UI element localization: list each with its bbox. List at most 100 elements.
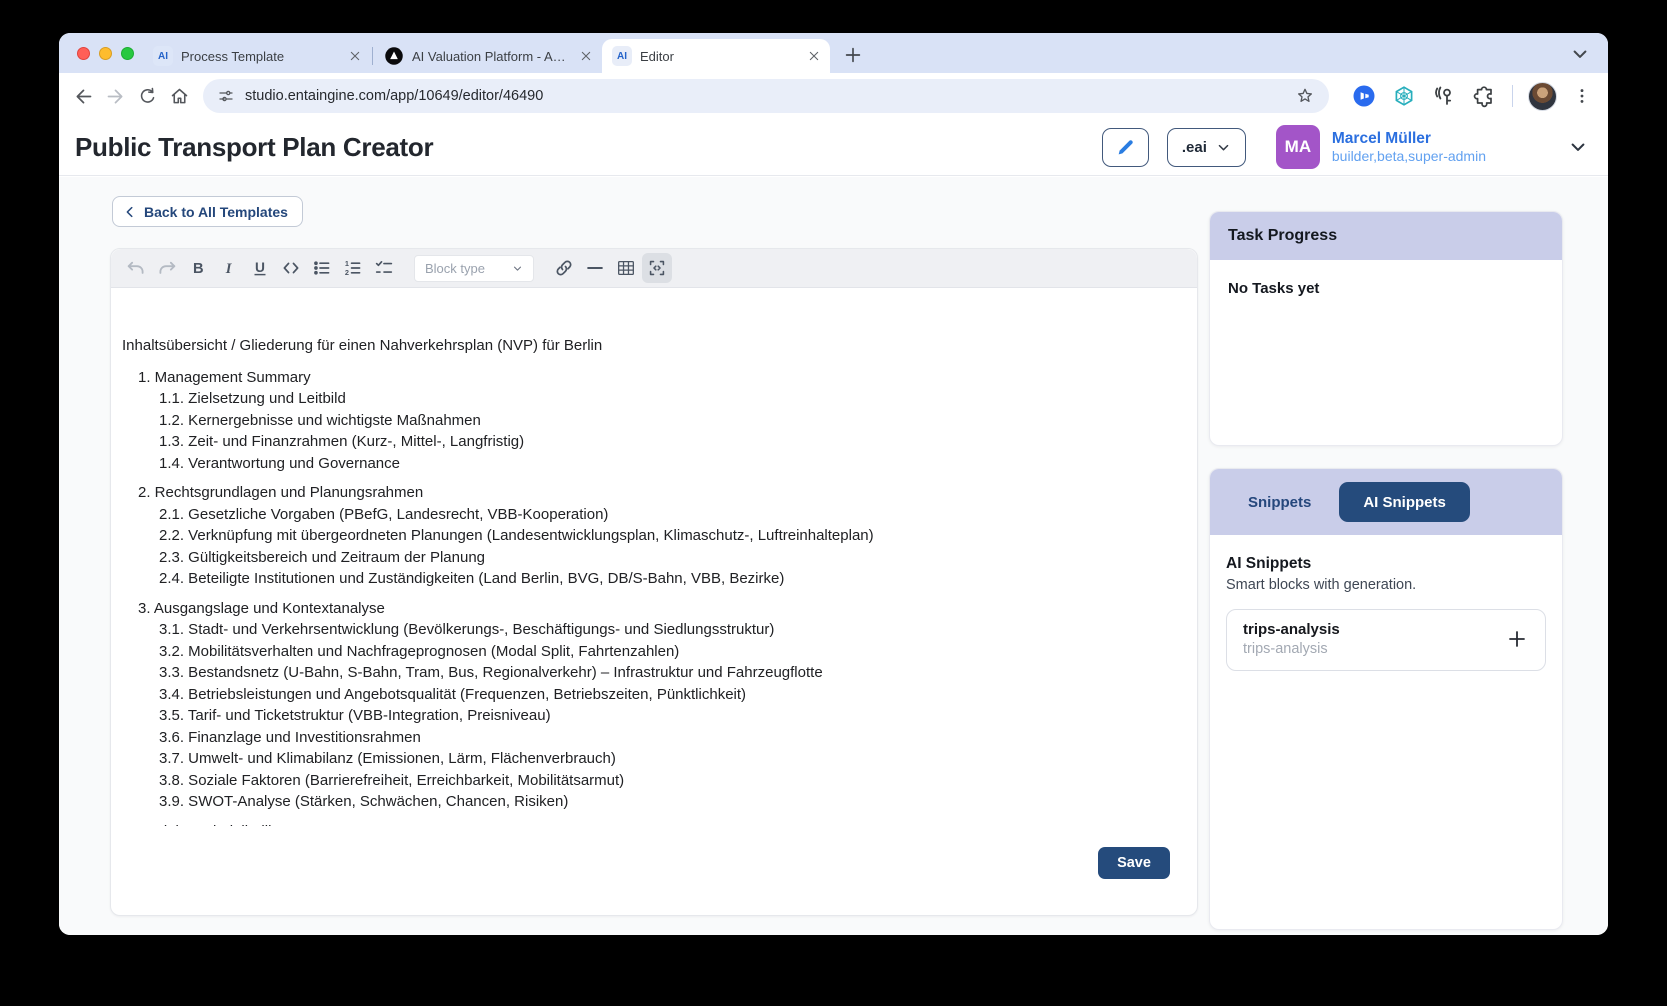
table-button[interactable]	[611, 253, 641, 283]
back-to-templates-button[interactable]: Back to All Templates	[112, 196, 303, 227]
horizontal-rule-button[interactable]	[580, 253, 610, 283]
task-progress-empty: No Tasks yet	[1210, 260, 1562, 317]
svg-text:2: 2	[345, 268, 349, 277]
section-item: 3.4. Betriebsleistungen und Angebotsqual…	[159, 684, 1177, 706]
section-heading: 2. Rechtsgrundlagen und Planungsrahmen	[138, 482, 1177, 504]
section-heading: 4. Ziele und Zielindikatoren	[138, 821, 1177, 827]
file-extension-label: .eai	[1182, 139, 1207, 156]
media-extension-icon[interactable]	[1351, 83, 1377, 109]
block-type-select[interactable]: Block type	[414, 255, 534, 282]
section-heading: 1. Management Summary	[138, 367, 1177, 389]
tab-strip: AI Process Template AI Valuation Platfor…	[59, 33, 1608, 73]
editor-toolbar: B IU 12 Block type	[111, 249, 1197, 288]
snippets-panel-title: AI Snippets	[1226, 555, 1546, 573]
bold-button[interactable]: B	[183, 253, 213, 283]
fullscreen-button[interactable]	[642, 253, 672, 283]
user-chevron-down-icon[interactable]	[1568, 137, 1588, 157]
header-actions: .eai MA Marcel Müller builder,beta,super…	[1102, 125, 1588, 169]
add-snippet-icon[interactable]	[1505, 627, 1529, 651]
underline-button[interactable]: U	[245, 253, 275, 283]
puzzle-icon[interactable]	[1471, 83, 1497, 109]
reload-button[interactable]	[131, 80, 163, 112]
section-item: 3.7. Umwelt- und Klimabilanz (Emissionen…	[159, 748, 1177, 770]
section-item: 3.1. Stadt- und Verkehrsentwicklung (Bev…	[159, 619, 1177, 641]
minimize-window-button[interactable]	[99, 47, 112, 60]
link-button[interactable]	[549, 253, 579, 283]
new-tab-button[interactable]	[842, 44, 866, 68]
tab-title: AI Valuation Platform - Advan	[412, 49, 570, 64]
tab-search-chevron-icon[interactable]	[1570, 44, 1590, 64]
tab-close-icon[interactable]	[806, 48, 822, 64]
editor-content[interactable]: Inhaltsübersicht / Gliederung für einen …	[111, 288, 1197, 826]
user-roles: builder,beta,super-admin	[1332, 148, 1486, 166]
main-content: Back to All Templates B IU 12 Block type In…	[59, 177, 1608, 935]
section-item: 2.1. Gesetzliche Vorgaben (PBefG, Landes…	[159, 504, 1177, 526]
browser-tab[interactable]: AI Valuation Platform - Advan	[374, 39, 602, 73]
site-info-icon[interactable]	[217, 87, 235, 105]
toolbar-divider	[1512, 85, 1513, 107]
snippets-body: AI Snippets Smart blocks with generation…	[1210, 535, 1562, 691]
browser-profile-avatar[interactable]	[1528, 82, 1557, 111]
page-title: Public Transport Plan Creator	[75, 132, 433, 163]
browser-window: AI Process Template AI Valuation Platfor…	[59, 33, 1608, 935]
tab-ai-snippets[interactable]: AI Snippets	[1339, 482, 1470, 522]
section-item: 2.2. Verknüpfung mit übergeordneten Plan…	[159, 525, 1177, 547]
dark-circle-logo-icon	[384, 46, 404, 66]
document-section: 1. Management Summary1.1. Zielsetzung un…	[122, 367, 1177, 475]
italic-button[interactable]: I	[214, 253, 244, 283]
browser-tab[interactable]: AI Editor	[602, 39, 830, 73]
ai-logo-icon: AI	[153, 46, 173, 66]
snippet-list: trips-analysistrips-analysis	[1226, 609, 1546, 671]
browser-toolbar: studio.entaingine.com/app/10649/editor/4…	[59, 73, 1608, 119]
snippet-item[interactable]: trips-analysistrips-analysis	[1226, 609, 1546, 671]
save-button[interactable]: Save	[1098, 847, 1170, 879]
tab-strip-tabs: AI Process Template AI Valuation Platfor…	[143, 39, 866, 73]
pencil-icon	[1115, 137, 1136, 158]
task-progress-card: Task Progress No Tasks yet	[1209, 211, 1563, 446]
tab-close-icon[interactable]	[347, 48, 363, 64]
zoom-window-button[interactable]	[121, 47, 134, 60]
file-extension-dropdown[interactable]: .eai	[1167, 128, 1246, 167]
hexagon-extension-icon[interactable]	[1391, 83, 1417, 109]
check-list-button[interactable]	[369, 253, 399, 283]
section-item: 1.2. Kernergebnisse und wichtigste Maßna…	[159, 410, 1177, 432]
numbered-list-button[interactable]: 12	[338, 253, 368, 283]
section-item: 2.4. Beteiligte Institutionen und Zustän…	[159, 568, 1177, 590]
ai-logo-icon: AI	[612, 46, 632, 66]
close-window-button[interactable]	[77, 47, 90, 60]
back-button[interactable]	[67, 80, 99, 112]
address-bar[interactable]: studio.entaingine.com/app/10649/editor/4…	[203, 79, 1329, 113]
browser-menu-icon[interactable]	[1572, 86, 1592, 106]
block-type-placeholder: Block type	[425, 261, 485, 276]
edit-button[interactable]	[1102, 128, 1149, 167]
section-item: 3.2. Mobilitätsverhalten und Nachfragepr…	[159, 641, 1177, 663]
tab-title: Process Template	[181, 49, 339, 64]
code-button[interactable]	[276, 253, 306, 283]
snippets-card: SnippetsAI Snippets AI Snippets Smart bl…	[1209, 468, 1563, 930]
svg-text:1: 1	[345, 259, 349, 268]
section-item: 3.9. SWOT-Analyse (Stärken, Schwächen, C…	[159, 791, 1177, 813]
snippet-text: trips-analysistrips-analysis	[1243, 621, 1340, 657]
tab-close-icon[interactable]	[578, 48, 594, 64]
user-menu[interactable]: MA Marcel Müller builder,beta,super-admi…	[1276, 125, 1588, 169]
passwords-key-icon[interactable]	[1431, 83, 1457, 109]
nav-buttons	[67, 80, 195, 112]
task-progress-header: Task Progress	[1210, 212, 1562, 260]
tab-snippets[interactable]: Snippets	[1224, 482, 1335, 522]
url-text[interactable]: studio.entaingine.com/app/10649/editor/4…	[245, 88, 543, 104]
bullet-list-button[interactable]	[307, 253, 337, 283]
user-avatar: MA	[1276, 125, 1320, 169]
bookmark-star-icon[interactable]	[1295, 86, 1315, 106]
select-caret-icon	[512, 263, 523, 274]
undo-button	[121, 253, 151, 283]
section-item: 3.3. Bestandsnetz (U-Bahn, S-Bahn, Tram,…	[159, 662, 1177, 684]
browser-tab[interactable]: AI Process Template	[143, 39, 371, 73]
back-button-label: Back to All Templates	[144, 204, 288, 220]
home-button[interactable]	[163, 80, 195, 112]
svg-text:I: I	[225, 261, 233, 277]
document-section: 2. Rechtsgrundlagen und Planungsrahmen2.…	[122, 482, 1177, 590]
snippets-tabs: SnippetsAI Snippets	[1210, 469, 1562, 535]
section-item: 1.1. Zielsetzung und Leitbild	[159, 388, 1177, 410]
toolbar-right	[1351, 82, 1592, 111]
svg-text:B: B	[193, 261, 204, 277]
